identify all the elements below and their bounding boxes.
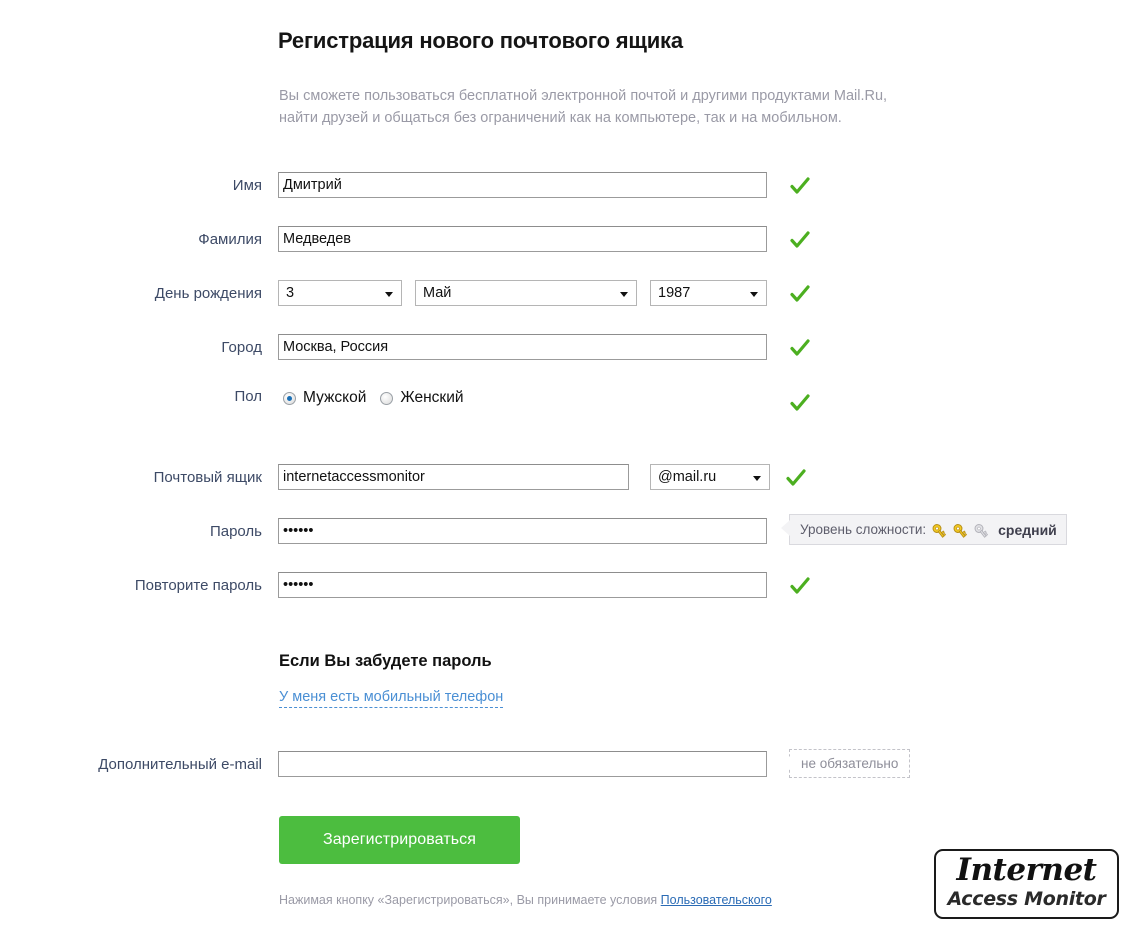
extra-email-optional-text: не обязательно xyxy=(801,756,899,771)
form-row-extra-email: Дополнительный e-mail xyxy=(0,751,1127,781)
city-input[interactable] xyxy=(278,334,767,360)
valid-check-icon xyxy=(789,575,811,597)
chevron-down-icon xyxy=(620,292,628,297)
valid-check-icon xyxy=(789,337,811,359)
tooltip-pointer-icon xyxy=(782,756,790,770)
mailbox-input[interactable] xyxy=(278,464,629,490)
legal-text-before: Нажимая кнопку «Зарегистрироваться», Вы … xyxy=(279,893,661,907)
watermark-line2: Access Monitor xyxy=(947,888,1106,910)
legal-text: Нажимая кнопку «Зарегистрироваться», Вы … xyxy=(279,893,772,907)
birthday-month-value: Май xyxy=(423,285,452,301)
mailbox-domain-select[interactable]: @mail.ru xyxy=(650,464,770,490)
form-row-last-name: Фамилия xyxy=(0,226,1127,256)
key-icon-empty-3 xyxy=(974,519,993,541)
page-title: Регистрация нового почтового ящика xyxy=(278,28,683,53)
label-first-name: Имя xyxy=(232,177,262,194)
gender-option-male[interactable]: Мужской xyxy=(283,389,366,407)
label-city: Город xyxy=(221,339,262,356)
valid-check-icon xyxy=(789,175,811,197)
birthday-year-value: 1987 xyxy=(658,285,691,301)
chevron-down-icon xyxy=(753,476,761,481)
tooltip-pointer-icon xyxy=(780,519,790,537)
mailbox-domain-value: @mail.ru xyxy=(658,469,717,485)
label-password: Пароль xyxy=(209,523,262,540)
key-icon-filled-1 xyxy=(932,519,951,541)
page-subtitle: Вы сможете пользоваться бесплатной элект… xyxy=(279,88,888,126)
password-strength-label: Уровень сложности: xyxy=(800,522,927,537)
gender-radio-group: Мужской Женский xyxy=(283,383,464,413)
birthday-month-select[interactable]: Май xyxy=(415,280,637,306)
user-agreement-link[interactable]: Пользовательского xyxy=(661,893,772,907)
have-mobile-phone-link[interactable]: У меня есть мобильный телефон xyxy=(279,689,504,708)
valid-check-icon xyxy=(785,467,807,489)
label-password-repeat: Повторите пароль xyxy=(134,577,262,594)
radio-icon-female[interactable] xyxy=(380,391,394,405)
valid-check-icon xyxy=(789,283,811,305)
extra-email-optional-tooltip: не обязательно xyxy=(782,749,911,778)
label-mailbox: Почтовый ящик xyxy=(153,469,262,486)
password-repeat-input[interactable] xyxy=(278,572,767,598)
form-row-city: Город xyxy=(0,334,1127,364)
label-extra-email: Дополнительный e-mail xyxy=(98,756,262,773)
extra-email-input[interactable] xyxy=(278,751,767,777)
gender-option-female-label: Женский xyxy=(400,389,464,406)
chevron-down-icon xyxy=(385,292,393,297)
form-row-first-name: Имя xyxy=(0,172,1127,202)
first-name-input[interactable] xyxy=(278,172,767,198)
key-icon-filled-2 xyxy=(953,519,972,541)
forgot-password-title: Если Вы забудете пароль xyxy=(279,652,492,670)
last-name-input[interactable] xyxy=(278,226,767,252)
register-button[interactable]: Зарегистрироваться xyxy=(279,816,520,864)
gender-option-female[interactable]: Женский xyxy=(380,389,464,407)
password-strength-keys xyxy=(932,519,993,541)
watermark-line1: Internet xyxy=(956,852,1098,888)
form-row-mailbox: Почтовый ящик @mail.ru xyxy=(0,464,1127,494)
valid-check-icon xyxy=(789,392,811,414)
birthday-day-select[interactable]: 3 xyxy=(278,280,402,306)
birthday-year-select[interactable]: 1987 xyxy=(650,280,767,306)
password-input[interactable] xyxy=(278,518,767,544)
birthday-day-value: 3 xyxy=(286,285,295,301)
form-row-password-repeat: Повторите пароль xyxy=(0,572,1127,602)
watermark-logo: Internet Access Monitor xyxy=(934,849,1119,919)
label-birthday: День рождения xyxy=(154,285,262,302)
chevron-down-icon xyxy=(750,292,758,297)
label-gender: Пол xyxy=(234,388,262,405)
gender-option-male-label: Мужской xyxy=(303,389,367,406)
label-last-name: Фамилия xyxy=(198,231,262,248)
valid-check-icon xyxy=(789,229,811,251)
radio-icon-male[interactable] xyxy=(283,391,296,405)
form-row-birthday: День рождения 3 Май 1987 xyxy=(0,280,1127,310)
form-row-gender: Пол Мужской Женский xyxy=(0,383,1127,413)
password-strength-tooltip: Уровень сложности: средний xyxy=(780,514,1067,545)
password-strength-word: средний xyxy=(998,521,1057,538)
